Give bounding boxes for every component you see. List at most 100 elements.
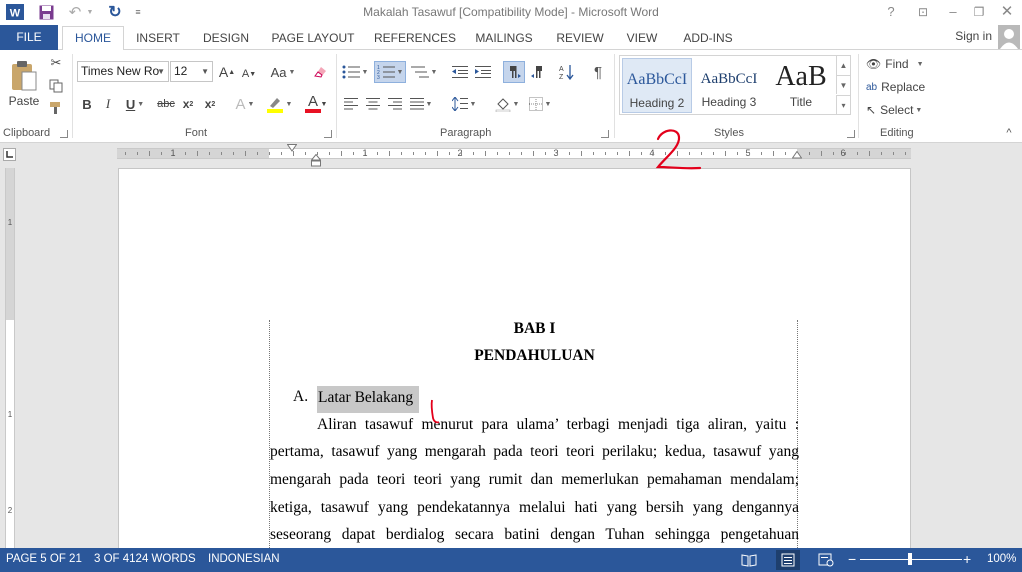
align-left-icon[interactable] <box>341 94 361 114</box>
strikethrough-button[interactable]: abc <box>155 94 177 114</box>
tab-review[interactable]: REVIEW <box>552 27 608 51</box>
zoom-slider-thumb[interactable] <box>908 553 912 565</box>
tab-selector-icon[interactable] <box>3 148 16 161</box>
styles-more-icon[interactable]: ▾ <box>836 95 850 115</box>
shading-icon[interactable]: ▼ <box>492 94 522 114</box>
paragraph-line[interactable]: mengarah pada teori teori yang rumit dan… <box>270 471 799 489</box>
tab-add-ins[interactable]: ADD-INS <box>676 27 740 51</box>
clear-formatting-icon[interactable] <box>310 62 330 82</box>
annotation-number-two: 2 <box>652 127 704 173</box>
left-to-right-icon[interactable] <box>503 61 525 83</box>
bold-button[interactable]: B <box>80 94 94 114</box>
borders-icon[interactable]: ▼ <box>526 94 554 114</box>
tab-home[interactable]: HOME <box>62 26 124 51</box>
page-count-status[interactable]: PAGE 5 OF 21 <box>6 553 82 565</box>
styles-launcher-icon[interactable] <box>847 130 855 138</box>
tab-page-layout[interactable]: PAGE LAYOUT <box>266 27 360 51</box>
style-heading-2[interactable]: AaBbCcI Heading 2 <box>622 58 692 113</box>
word-count-status[interactable]: 3 OF 4124 WORDS <box>94 553 196 565</box>
justify-icon[interactable]: ▼ <box>407 94 435 114</box>
cut-icon[interactable]: ✂ <box>48 55 64 71</box>
replace-button[interactable]: ab Replace <box>866 78 936 96</box>
numbering-button[interactable]: 1 2 3 ▼ <box>374 61 406 83</box>
style-heading-3[interactable]: AaBbCcI Heading 3 <box>694 58 764 113</box>
show-formatting-marks-button[interactable]: ¶ <box>588 62 608 82</box>
align-right-icon[interactable] <box>385 94 405 114</box>
font-name-box[interactable]: Times New Ro ▼ <box>77 61 169 82</box>
grow-font-button[interactable]: A ▲ <box>218 62 236 82</box>
chapter-heading[interactable]: BAB I <box>270 320 799 338</box>
vertical-ruler[interactable]: 1 1 2 <box>5 168 15 548</box>
paragraph-line[interactable]: Aliran tasawuf menurut para ulama’ terba… <box>317 416 799 434</box>
tab-references[interactable]: REFERENCES <box>372 27 458 51</box>
close-button[interactable]: ✕ <box>994 2 1020 22</box>
collapse-ribbon-icon[interactable]: ^ <box>1002 126 1016 140</box>
section-marker[interactable]: A. <box>293 388 308 406</box>
subscript-button[interactable]: x2 <box>180 94 196 114</box>
format-painter-icon[interactable] <box>48 100 64 116</box>
document-page[interactable]: BAB I PENDAHULUAN A. Latar Belakang Alir… <box>118 168 911 550</box>
bullets-button[interactable]: ▼ <box>341 62 369 82</box>
sign-in-link[interactable]: Sign in <box>955 29 992 43</box>
style-title[interactable]: AaB Title <box>766 58 836 113</box>
font-launcher-icon[interactable] <box>324 130 332 138</box>
ribbon-display-options-icon[interactable]: ⊡ <box>910 2 936 22</box>
right-to-left-icon[interactable] <box>528 62 548 82</box>
change-case-button[interactable]: Aa ▼ <box>268 62 298 82</box>
highlight-color-button[interactable]: ▼ <box>264 94 294 114</box>
help-button[interactable]: ? <box>878 2 904 22</box>
underline-button[interactable]: U ▼ <box>122 94 148 114</box>
tab-file[interactable]: FILE <box>0 25 58 50</box>
text-body[interactable]: BAB I PENDAHULUAN A. Latar Belakang Alir… <box>269 320 799 549</box>
zoom-out-button[interactable]: − <box>848 551 856 567</box>
styles-scroll-down-icon[interactable]: ▼ <box>836 75 850 94</box>
styles-scroll-up-icon[interactable]: ▲ <box>836 56 850 75</box>
line-spacing-icon[interactable]: ▼ <box>449 94 479 114</box>
tab-view[interactable]: VIEW <box>622 27 662 51</box>
restore-button[interactable]: ❐ <box>966 2 992 22</box>
section-title-selected[interactable]: Latar Belakang <box>317 386 420 413</box>
ruler-tick <box>905 152 906 155</box>
print-layout-icon[interactable] <box>776 550 800 570</box>
superscript-button[interactable]: x2 <box>202 94 218 114</box>
chevron-down-icon[interactable]: ▼ <box>157 62 165 81</box>
copy-icon[interactable] <box>48 78 64 94</box>
ruler-tick <box>833 152 834 155</box>
font-size-box[interactable]: 12 ▼ <box>170 61 213 82</box>
hanging-indent-marker[interactable] <box>311 154 321 167</box>
read-mode-icon[interactable] <box>741 553 757 567</box>
web-layout-icon[interactable] <box>818 553 834 567</box>
find-button[interactable]: 👁 Find ▼ <box>866 55 928 73</box>
zoom-in-button[interactable]: + <box>963 551 971 567</box>
paragraph-launcher-icon[interactable] <box>601 130 609 138</box>
superscript-label: x <box>204 97 212 111</box>
text-effects-button[interactable]: A ▼ <box>230 94 260 114</box>
first-line-indent-marker[interactable] <box>287 144 297 152</box>
avatar[interactable] <box>998 25 1020 49</box>
font-color-dropdown-icon[interactable]: ▼ <box>320 94 328 114</box>
italic-button[interactable]: I <box>101 94 115 114</box>
sort-icon[interactable]: AZ <box>557 62 577 82</box>
language-status[interactable]: INDONESIAN <box>208 553 280 565</box>
ruler-tick <box>485 151 486 156</box>
decrease-indent-icon[interactable] <box>450 62 470 82</box>
increase-indent-icon[interactable] <box>473 62 493 82</box>
paragraph-line[interactable]: seseorang dapat berdialog secara batini … <box>270 526 799 544</box>
tab-insert[interactable]: INSERT <box>131 27 185 51</box>
tab-mailings[interactable]: MAILINGS <box>469 27 539 51</box>
status-bar: PAGE 5 OF 21 3 OF 4124 WORDS INDONESIAN … <box>0 548 1022 572</box>
right-indent-marker[interactable] <box>792 151 802 159</box>
minimize-button[interactable]: – <box>940 2 966 22</box>
chapter-title[interactable]: PENDAHULUAN <box>270 347 799 365</box>
chevron-down-icon[interactable]: ▼ <box>201 62 209 81</box>
paste-button[interactable]: Paste <box>6 56 42 112</box>
zoom-level[interactable]: 100% <box>987 553 1016 565</box>
tab-design[interactable]: DESIGN <box>198 27 254 51</box>
clipboard-launcher-icon[interactable] <box>60 130 68 138</box>
paragraph-line[interactable]: pertama, tasawuf yang mengarah pada teor… <box>270 443 799 461</box>
align-center-icon[interactable] <box>363 94 383 114</box>
shrink-font-button[interactable]: A ▼ <box>240 64 258 84</box>
select-button[interactable]: ↖ Select ▼ <box>866 101 932 119</box>
paragraph-line[interactable]: ketiga, tasawuf yang pendekatannya melal… <box>270 499 799 517</box>
multilevel-list-button[interactable]: ▼ <box>410 62 438 82</box>
